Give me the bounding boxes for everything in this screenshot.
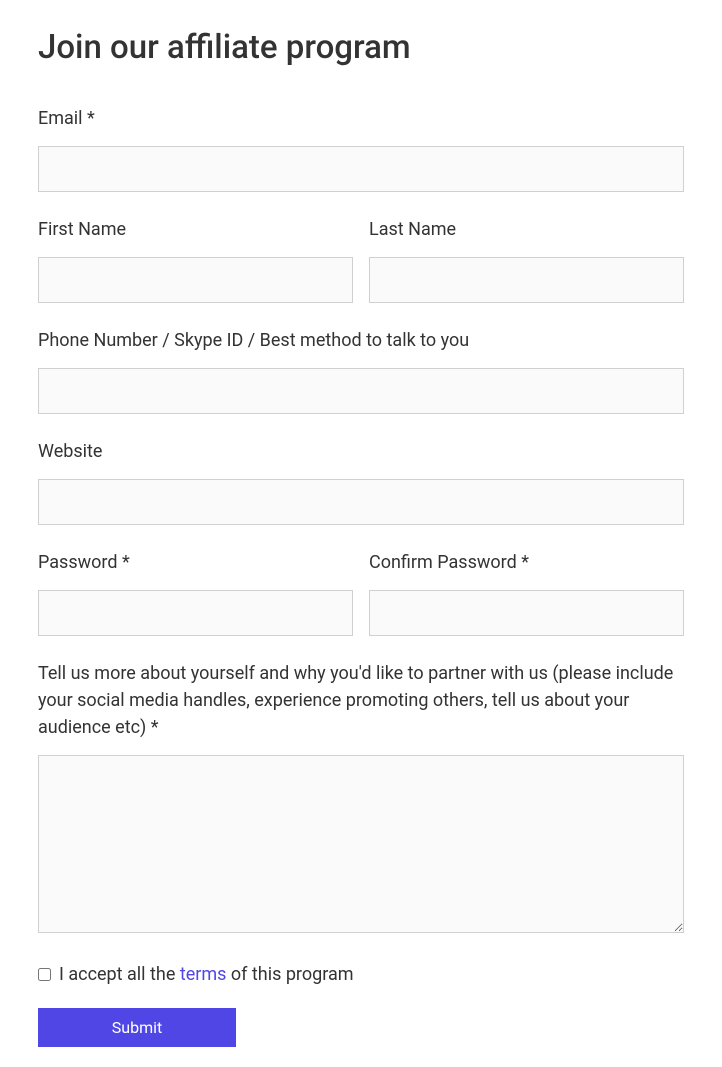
email-field[interactable]	[38, 146, 684, 192]
about-label: Tell us more about yourself and why you'…	[38, 660, 684, 741]
about-textarea[interactable]	[38, 755, 684, 933]
page-title: Join our affiliate program	[38, 28, 684, 67]
submit-button[interactable]: Submit	[38, 1008, 236, 1047]
terms-prefix: I accept all the	[59, 964, 180, 985]
terms-label: I accept all the terms of this program	[59, 961, 354, 988]
affiliate-signup-form: Email * First Name Last Name Phone Numbe…	[38, 105, 684, 1047]
phone-label: Phone Number / Skype ID / Best method to…	[38, 327, 684, 354]
last-name-label: Last Name	[369, 216, 684, 243]
password-field[interactable]	[38, 590, 353, 636]
terms-suffix: of this program	[226, 964, 353, 985]
first-name-label: First Name	[38, 216, 353, 243]
website-field[interactable]	[38, 479, 684, 525]
terms-checkbox[interactable]	[38, 968, 51, 981]
password-label: Password *	[38, 549, 353, 576]
terms-link[interactable]: terms	[180, 964, 227, 985]
phone-field[interactable]	[38, 368, 684, 414]
confirm-password-field[interactable]	[369, 590, 684, 636]
email-label: Email *	[38, 105, 684, 132]
first-name-field[interactable]	[38, 257, 353, 303]
website-label: Website	[38, 438, 684, 465]
confirm-password-label: Confirm Password *	[369, 549, 684, 576]
last-name-field[interactable]	[369, 257, 684, 303]
